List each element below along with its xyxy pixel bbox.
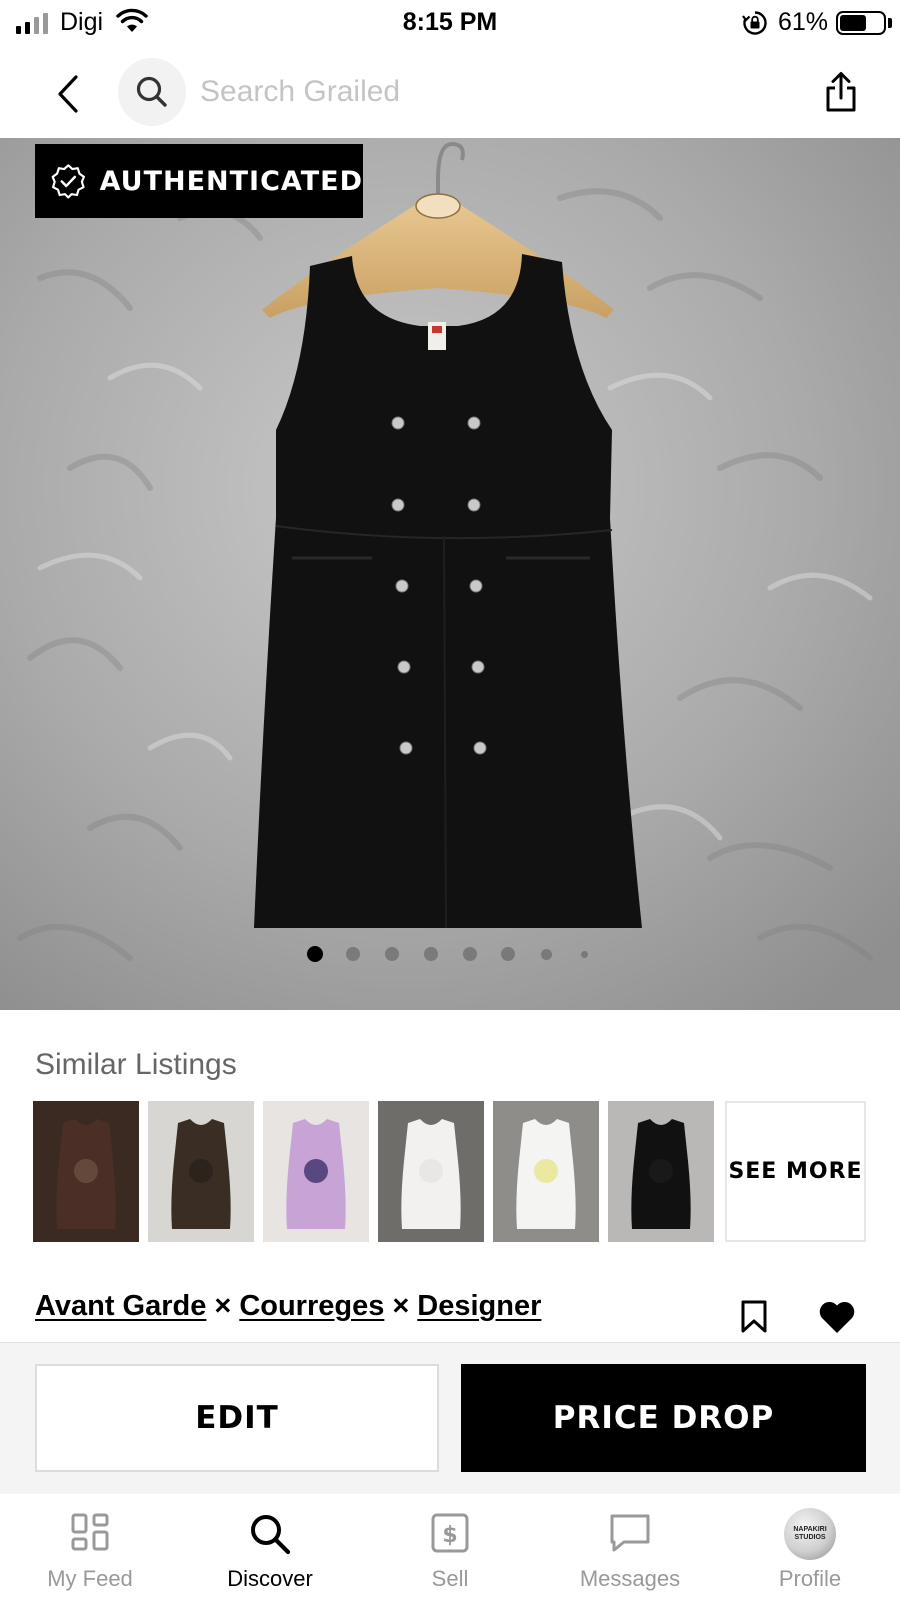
similar-listing-thumbnail[interactable]: [378, 1101, 484, 1242]
designer-links: Avant Garde × Courreges × Designer: [35, 1290, 541, 1323]
bottom-tab-bar: My Feed Discover $ Sell Messages NAPAKIR…: [0, 1494, 900, 1600]
search-button[interactable]: [118, 58, 186, 126]
chevron-left-icon: [58, 75, 78, 113]
carousel-dot[interactable]: [501, 947, 515, 961]
search-icon: [136, 76, 167, 107]
nav-header: [0, 50, 900, 138]
chat-bubble-icon: [610, 1514, 650, 1552]
similar-listings-title: Similar Listings: [35, 1048, 237, 1081]
see-more-button[interactable]: SEE MORE: [725, 1101, 866, 1242]
battery-percent: 61%: [778, 8, 829, 36]
carousel-dot[interactable]: [346, 947, 360, 961]
verified-check-icon: [51, 164, 86, 199]
dollar-tag-icon: $: [431, 1513, 469, 1553]
carousel-dot[interactable]: [424, 947, 438, 961]
tab-label: Profile: [778, 1566, 842, 1591]
designer-separator: ×: [392, 1290, 410, 1322]
similar-listing-thumbnail[interactable]: [493, 1101, 599, 1242]
tab-sell[interactable]: $ Sell: [360, 1494, 540, 1600]
svg-text:$: $: [442, 1523, 457, 1548]
favorite-button[interactable]: [818, 1300, 856, 1339]
price-drop-button[interactable]: PRICE DROP: [461, 1364, 866, 1472]
tab-label: My Feed: [47, 1566, 133, 1591]
similar-listing-thumbnail[interactable]: [33, 1101, 139, 1242]
tab-discover[interactable]: Discover: [180, 1494, 360, 1600]
designer-link[interactable]: Designer: [417, 1290, 541, 1323]
battery-nub: [888, 18, 892, 28]
share-button[interactable]: [818, 64, 864, 120]
similar-listing-thumbnail[interactable]: [263, 1101, 369, 1242]
avatar-text: NAPAKIRI STUDIOS: [793, 1526, 827, 1541]
authenticated-badge: AUTHENTICATED: [35, 144, 363, 218]
similar-listing-thumbnail[interactable]: [608, 1101, 714, 1242]
carousel-dot[interactable]: [385, 947, 399, 961]
heart-icon: [819, 1301, 855, 1333]
listing-photo: [493, 1101, 599, 1242]
save-button[interactable]: [740, 1300, 768, 1339]
battery-icon: [836, 11, 886, 35]
battery-level: [840, 15, 866, 31]
carousel-dot[interactable]: [307, 946, 323, 962]
designer-link[interactable]: Avant Garde: [35, 1290, 206, 1323]
listing-photo: [378, 1101, 484, 1242]
authenticated-label: AUTHENTICATED: [99, 165, 363, 197]
listing-photo: [33, 1101, 139, 1242]
search-input[interactable]: [200, 66, 780, 118]
listing-photo: [608, 1101, 714, 1242]
listing-photo: [148, 1101, 254, 1242]
rotation-lock-icon: [742, 10, 768, 41]
designer-link[interactable]: Courreges: [239, 1290, 384, 1323]
tab-profile[interactable]: NAPAKIRI STUDIOS Profile: [720, 1494, 900, 1600]
edit-button[interactable]: EDIT: [35, 1364, 439, 1472]
tab-label: Messages: [579, 1566, 681, 1591]
carousel-dot[interactable]: [463, 947, 477, 961]
avatar: NAPAKIRI STUDIOS: [784, 1508, 836, 1560]
product-image-carousel[interactable]: AUTHENTICATED: [0, 138, 900, 1010]
tab-messages[interactable]: Messages: [540, 1494, 720, 1600]
carousel-dot[interactable]: [540, 948, 552, 960]
tab-my-feed[interactable]: My Feed: [0, 1494, 180, 1600]
listing-photo: [263, 1101, 369, 1242]
designer-separator: ×: [214, 1290, 232, 1322]
tab-label: Sell: [431, 1566, 469, 1591]
status-bar: Digi 8:15 PM 61%: [0, 0, 900, 46]
similar-listing-thumbnail[interactable]: [148, 1101, 254, 1242]
carousel-dot[interactable]: [580, 950, 588, 958]
search-icon: [251, 1515, 291, 1555]
share-icon: [826, 72, 856, 112]
feed-grid-icon: [71, 1513, 109, 1551]
tab-label: Discover: [227, 1566, 313, 1591]
listing-action-bar: EDIT PRICE DROP: [0, 1342, 900, 1494]
bookmark-icon: [741, 1300, 767, 1333]
product-photo: [0, 138, 900, 1010]
back-button[interactable]: [46, 68, 90, 120]
